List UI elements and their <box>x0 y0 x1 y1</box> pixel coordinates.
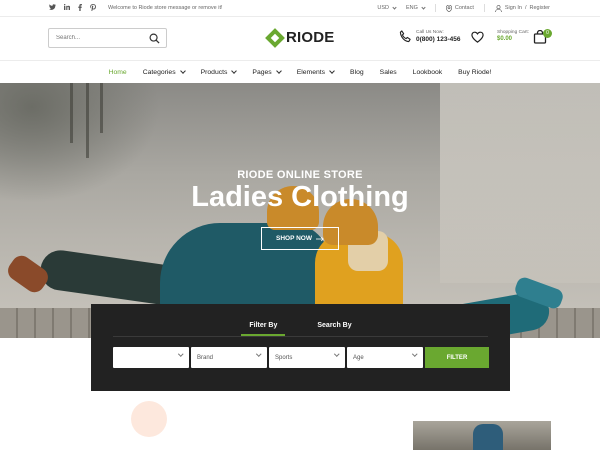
select-value: Brand <box>197 354 214 361</box>
chevron-down-icon <box>333 351 339 357</box>
nav-item-lookbook[interactable]: Lookbook <box>405 69 450 76</box>
twitter-icon[interactable] <box>49 4 56 12</box>
language-label: ENG <box>405 5 418 11</box>
language-select[interactable]: ENG <box>405 4 426 11</box>
chevron-down-icon <box>392 4 397 10</box>
contact-label: Contact <box>454 5 474 11</box>
currency-label: USD <box>377 5 389 11</box>
main-nav: Home Categories Products Pages Elements … <box>0 60 600 83</box>
contact-link[interactable]: Contact <box>445 4 474 12</box>
hero-photo-reed <box>100 83 103 133</box>
cart-count-badge: 0 <box>543 29 552 38</box>
nav-item-elements[interactable]: Elements <box>289 68 342 76</box>
nav-label: Blog <box>350 68 364 76</box>
category-select[interactable] <box>113 347 189 368</box>
nav-item-blog[interactable]: Blog <box>342 69 372 76</box>
nav-item-buy-riode[interactable]: Buy Riode! <box>450 69 499 76</box>
hero-subtitle: RIODE ONLINE STORE <box>237 169 363 181</box>
filter-panel: Filter By Search By Brand Sports Age FIL… <box>91 304 510 391</box>
nav-label: Home <box>108 68 127 76</box>
logo-text: RIODE <box>286 29 335 46</box>
filter-tabs: Filter By Search By <box>91 322 510 336</box>
site-logo[interactable]: RIODE <box>265 27 335 48</box>
nav-label: Elements <box>296 68 326 76</box>
tab-search-by[interactable]: Search By <box>317 322 351 336</box>
select-value: Age <box>353 354 364 361</box>
call-label: Call Us Now: <box>416 30 444 35</box>
cart-label: Shopping Cart: <box>497 30 529 35</box>
chevron-down-icon <box>275 68 282 74</box>
filter-divider <box>113 336 488 337</box>
currency-select[interactable]: USD <box>377 4 397 11</box>
tab-filter-by[interactable]: Filter By <box>241 322 286 336</box>
nav-label: Buy Riode! <box>458 68 492 76</box>
phone-icon <box>399 30 411 43</box>
nav-label: Categories <box>142 68 176 76</box>
search-icon[interactable] <box>149 33 160 44</box>
chevron-down-icon <box>231 68 238 74</box>
top-right-links: USD ENG Contact Sign In / Register <box>377 4 550 12</box>
hero-photo-reed <box>70 83 73 143</box>
social-links <box>49 3 96 13</box>
search-input[interactable] <box>49 35 144 41</box>
hero-photo-reed <box>86 83 89 158</box>
nav-item-products[interactable]: Products <box>193 68 245 76</box>
nav-item-sales[interactable]: Sales <box>372 69 405 76</box>
linkedin-icon[interactable] <box>64 4 70 12</box>
call-info[interactable]: Call Us Now: 0(800) 123-456 <box>399 30 460 43</box>
nav-item-pages[interactable]: Pages <box>244 68 288 76</box>
phone-number: 0(800) 123-456 <box>416 36 461 43</box>
shop-now-button[interactable]: SHOP NOW <box>261 227 339 250</box>
header: RIODE Call Us Now: 0(800) 123-456 Shoppi… <box>0 17 600 60</box>
chevron-down-icon <box>179 68 186 74</box>
nav-item-categories[interactable]: Categories <box>135 68 193 76</box>
heart-icon[interactable] <box>471 31 484 43</box>
facebook-icon[interactable] <box>78 3 82 13</box>
cart-info[interactable]: Shopping Cart: $0.00 <box>497 30 529 42</box>
pinterest-icon[interactable] <box>90 3 96 13</box>
location-pin-icon <box>445 4 452 12</box>
arrow-right-icon <box>316 236 324 241</box>
register-link[interactable]: Register <box>530 5 550 11</box>
sign-in-link[interactable]: Sign In <box>505 5 522 11</box>
chevron-down-icon <box>411 351 417 357</box>
chevron-down-icon <box>329 68 335 74</box>
account-separator: / <box>524 5 527 11</box>
select-value: Sports <box>275 354 293 361</box>
user-icon <box>495 4 502 12</box>
welcome-message: Welcome to Riode store message or remove… <box>108 5 223 11</box>
age-select[interactable]: Age <box>347 347 423 368</box>
sports-select[interactable]: Sports <box>269 347 345 368</box>
nav-label: Pages <box>252 68 272 76</box>
chevron-down-icon <box>255 351 261 357</box>
nav-label: Products <box>200 68 228 76</box>
shop-now-label: SHOP NOW <box>276 235 312 242</box>
hero-title: Ladies Clothing <box>191 181 409 213</box>
nav-label: Sales <box>379 68 397 76</box>
top-bar: Welcome to Riode store message or remove… <box>0 0 600 17</box>
product-banner-image[interactable] <box>413 421 551 450</box>
chevron-down-icon <box>177 351 183 357</box>
account-links: Sign In / Register <box>495 4 550 12</box>
decorative-circle <box>131 401 167 437</box>
logo-mark-icon <box>265 27 285 48</box>
chevron-down-icon <box>421 4 426 10</box>
call-text: Call Us Now: 0(800) 123-456 <box>416 30 460 43</box>
search-box <box>48 28 167 48</box>
filter-button[interactable]: FILTER <box>425 347 489 368</box>
divider <box>434 4 436 12</box>
nav-item-home[interactable]: Home <box>101 69 135 76</box>
nav-label: Lookbook <box>412 68 443 76</box>
brand-select[interactable]: Brand <box>191 347 267 368</box>
divider <box>483 4 485 12</box>
cart-total: $0.00 <box>497 36 513 42</box>
